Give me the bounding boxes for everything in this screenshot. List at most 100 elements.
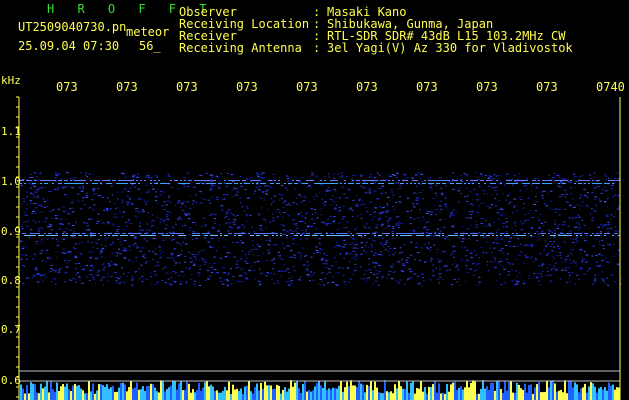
signal-line-pixel — [554, 235, 556, 236]
noise-speck — [209, 245, 212, 247]
noise-speck — [368, 263, 370, 265]
signal-line-pixel — [456, 235, 458, 236]
noise-speck — [292, 243, 295, 245]
signal-line-pixel — [46, 180, 48, 181]
signal-line-pixel — [402, 180, 404, 181]
signal-line-pixel — [94, 233, 96, 234]
amplitude-bar — [148, 386, 150, 400]
signal-line-pixel — [332, 183, 334, 184]
amplitude-bar — [528, 385, 530, 400]
signal-line-pixel — [600, 183, 602, 184]
noise-speck — [387, 225, 391, 227]
noise-speck — [555, 212, 557, 213]
noise-speck — [141, 209, 144, 211]
noise-speck — [507, 274, 510, 276]
signal-line-pixel — [154, 233, 156, 234]
noise-speck — [435, 214, 437, 216]
noise-speck — [82, 197, 84, 199]
noise-speck — [323, 175, 326, 177]
noise-speck — [430, 212, 434, 214]
noise-speck — [86, 225, 90, 227]
noise-speck — [41, 239, 43, 241]
amplitude-bar — [454, 381, 456, 400]
signal-line-pixel — [254, 233, 256, 234]
noise-speck — [38, 221, 41, 223]
noise-speck — [153, 270, 156, 272]
noise-speck — [235, 194, 238, 196]
noise-speck — [248, 270, 251, 272]
noise-speck — [321, 184, 324, 186]
signal-line-pixel — [206, 235, 208, 236]
noise-speck — [38, 173, 42, 175]
noise-speck — [201, 257, 204, 259]
noise-speck — [216, 196, 219, 198]
noise-speck — [377, 284, 380, 286]
noise-speck — [343, 257, 345, 259]
noise-speck — [146, 228, 148, 230]
noise-speck — [316, 217, 319, 219]
noise-speck — [42, 280, 44, 282]
amplitude-bar — [248, 380, 250, 400]
noise-speck — [457, 278, 461, 280]
freq-tick: 0.6 — [1, 374, 21, 387]
noise-speck — [292, 238, 294, 240]
noise-speck — [141, 229, 145, 231]
noise-speck — [612, 196, 615, 198]
signal-line-pixel — [520, 180, 522, 181]
signal-line-pixel — [588, 183, 590, 184]
noise-speck — [545, 254, 548, 256]
amplitude-bar — [548, 387, 550, 400]
signal-line-pixel — [334, 235, 336, 236]
noise-speck — [120, 191, 124, 193]
noise-speck — [595, 238, 598, 240]
noise-speck — [50, 229, 53, 231]
noise-speck — [429, 186, 432, 188]
noise-speck — [312, 274, 314, 276]
noise-speck — [607, 284, 610, 286]
signal-line-pixel — [486, 180, 488, 181]
noise-speck — [605, 175, 608, 177]
signal-line-pixel — [384, 233, 386, 234]
noise-speck — [309, 275, 312, 277]
noise-speck — [140, 264, 143, 266]
amplitude-bar — [406, 381, 408, 400]
noise-speck — [156, 264, 160, 266]
signal-line-pixel — [418, 233, 420, 234]
noise-speck — [330, 223, 332, 225]
noise-speck — [390, 278, 394, 280]
noise-speck — [602, 245, 605, 247]
noise-speck — [25, 277, 27, 279]
noise-speck — [89, 229, 91, 231]
noise-speck — [81, 190, 84, 192]
noise-speck — [448, 269, 451, 271]
noise-speck — [375, 224, 379, 226]
noise-speck — [438, 177, 442, 179]
noise-speck — [347, 198, 349, 199]
signal-line-pixel — [144, 233, 146, 234]
noise-speck — [119, 211, 122, 213]
noise-speck — [578, 209, 580, 211]
noise-speck — [606, 261, 608, 263]
signal-line-pixel — [114, 180, 116, 181]
signal-line-pixel — [234, 233, 236, 234]
signal-line-pixel — [50, 180, 52, 181]
noise-speck — [241, 206, 244, 208]
noise-speck — [585, 196, 589, 198]
noise-speck — [126, 225, 128, 227]
noise-speck — [225, 215, 228, 217]
noise-speck — [553, 189, 555, 191]
signal-line-pixel — [428, 233, 430, 234]
amplitude-bar — [326, 389, 328, 400]
noise-speck — [519, 277, 521, 279]
signal-line-pixel — [290, 233, 292, 234]
noise-speck — [367, 246, 370, 248]
noise-speck — [579, 248, 583, 250]
amplitude-bar — [488, 389, 490, 400]
noise-speck — [338, 173, 340, 175]
noise-speck — [607, 221, 610, 223]
noise-speck — [538, 226, 541, 228]
signal-line-pixel — [606, 183, 608, 184]
amplitude-bar — [338, 385, 340, 400]
noise-speck — [239, 239, 242, 241]
signal-line-pixel — [450, 183, 452, 184]
